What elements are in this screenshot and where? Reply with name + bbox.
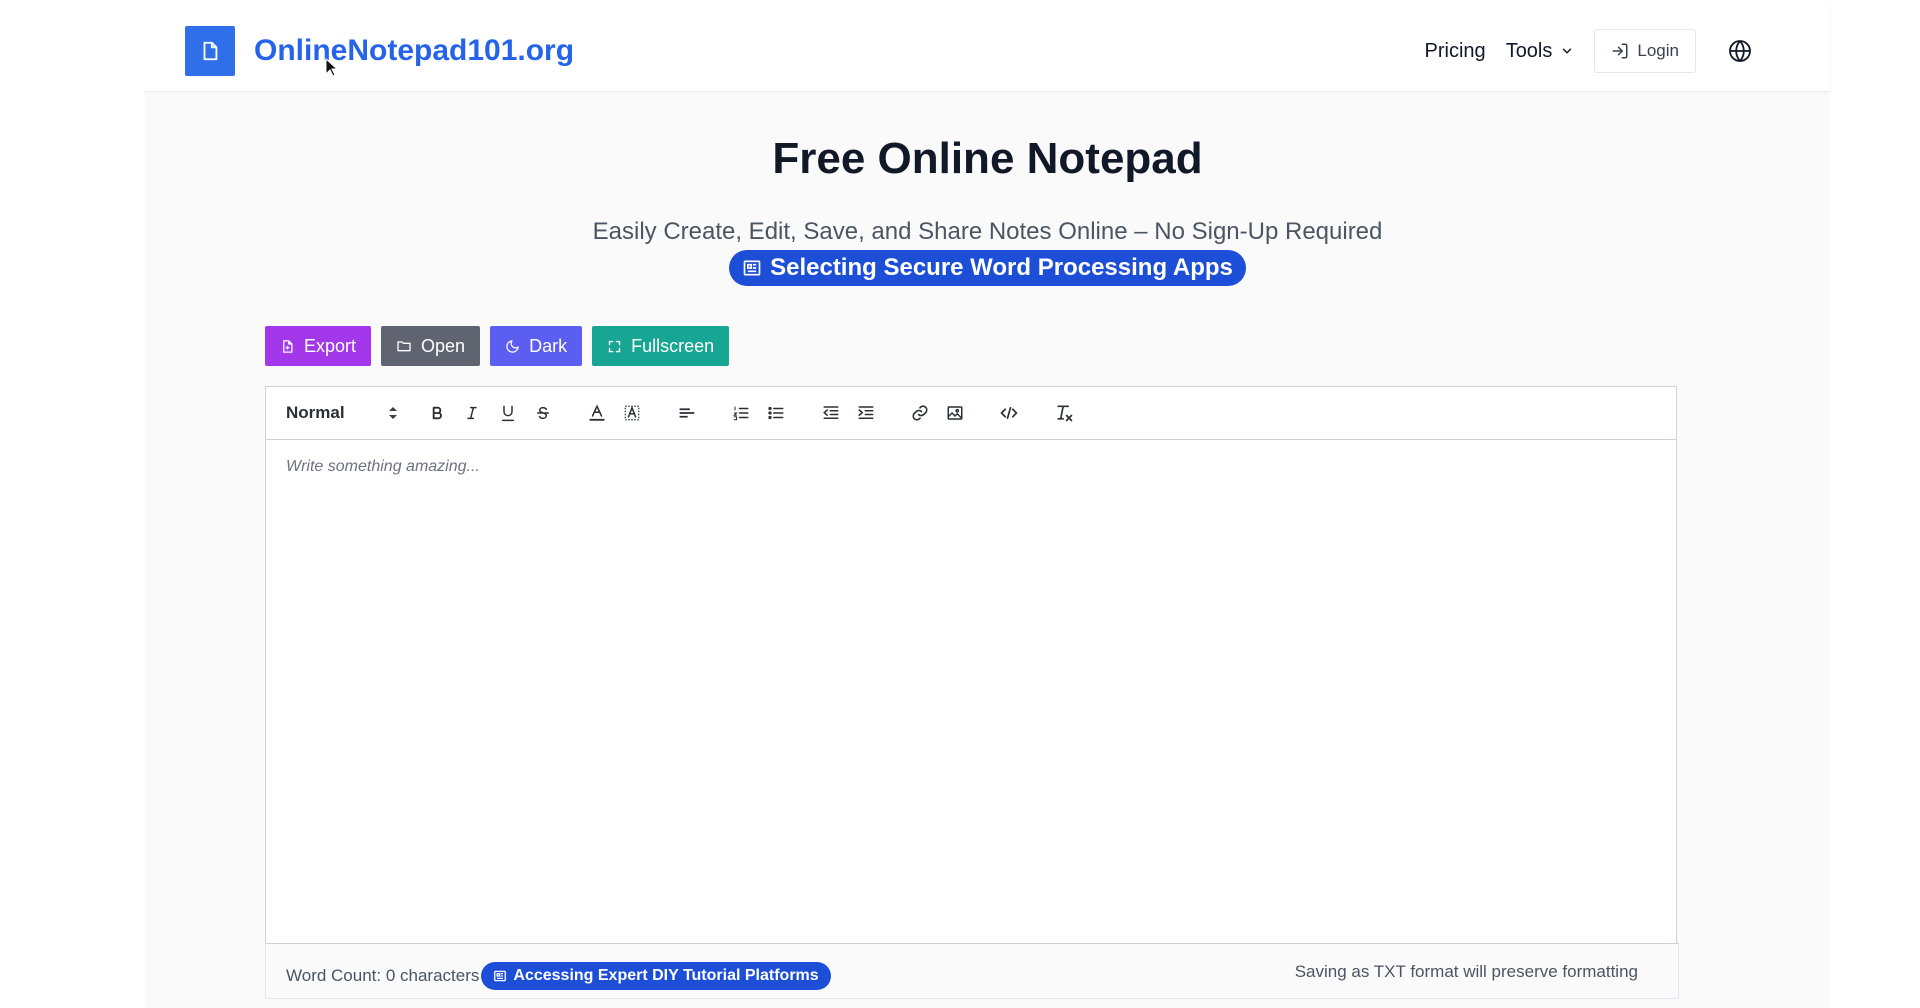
language-globe-icon[interactable] [1720,31,1760,71]
dark-label: Dark [529,335,568,356]
outdent-icon[interactable] [818,400,844,426]
mouse-cursor-icon [325,58,339,77]
select-arrows-icon [389,407,397,419]
rich-text-editor: Normal Write something amazing... Word C… [265,386,1679,999]
folder-icon [397,341,411,352]
newspaper-icon [743,260,761,276]
newspaper-icon [494,970,507,982]
moon-icon [506,339,519,353]
footer-promo-link-button[interactable]: Accessing Expert DIY Tutorial Platforms [481,962,831,990]
bold-icon[interactable] [424,400,450,426]
expand-icon [608,340,621,352]
ordered-list-icon[interactable] [728,400,754,426]
editor-toolbar: Normal [266,387,1676,440]
chevron-down-icon [1563,48,1572,54]
footer-promo-link-label: Accessing Expert DIY Tutorial Platforms [513,967,819,984]
promo-link-button[interactable]: Selecting Secure Word Processing Apps [729,250,1246,286]
promo-row: Selecting Secure Word Processing Apps [145,250,1830,286]
image-icon[interactable] [942,400,968,426]
editor-status-bar: Word Count: 0 characters Accessing Exper… [265,943,1679,999]
strikethrough-icon[interactable] [530,400,556,426]
nav-tools-dropdown[interactable]: Tools [1506,40,1575,63]
open-label: Open [421,335,466,356]
page-title: Free Online Notepad [772,134,1203,183]
background-color-icon[interactable] [619,400,645,426]
nav-pricing-label: Pricing [1424,39,1486,62]
nav-pricing[interactable]: Pricing [1425,40,1486,63]
dark-mode-button[interactable]: Dark [490,326,583,366]
editor-actions: Export Open Dark Fullscreen [265,326,739,366]
login-icon [1612,43,1628,59]
page-subtitle: Easily Create, Edit, Save, and Share Not… [592,218,1383,245]
link-icon[interactable] [907,400,933,426]
nav-tools-label: Tools [1505,39,1553,62]
open-button[interactable]: Open [381,326,481,366]
align-left-icon[interactable] [674,400,700,426]
code-icon[interactable] [996,400,1022,426]
bullet-list-icon[interactable] [763,400,789,426]
clear-formatting-icon[interactable] [1051,400,1077,426]
underline-icon[interactable] [495,400,521,426]
save-format-note: Saving as TXT format will preserve forma… [1294,962,1638,981]
top-nav: Pricing Tools Login [1425,29,1760,73]
page: OnlineNotepad101.org Pricing Tools Login [145,0,1830,1008]
word-count-text: Word Count: 0 characters [286,966,480,985]
main-content: Free Online Notepad Easily Create, Edit,… [145,93,1830,1008]
editor-content-area[interactable]: Write something amazing... [266,441,1676,891]
editor-placeholder: Write something amazing... [286,458,480,475]
promo-link-label: Selecting Secure Word Processing Apps [770,254,1233,281]
indent-icon[interactable] [853,400,879,426]
file-export-icon [283,339,293,353]
fullscreen-label: Fullscreen [631,335,715,356]
export-button[interactable]: Export [265,326,372,366]
fullscreen-button[interactable]: Fullscreen [592,326,730,366]
word-count-row: Word Count: 0 characters Accessing Exper… [286,962,831,990]
login-button[interactable]: Login [1594,29,1696,73]
login-label: Login [1637,41,1679,60]
text-format-value: Normal [286,403,345,422]
site-logo-text[interactable]: OnlineNotepad101.org [254,32,574,70]
site-header: OnlineNotepad101.org Pricing Tools Login [145,0,1830,92]
text-format-select[interactable]: Normal [286,399,398,427]
font-color-icon[interactable] [584,400,610,426]
export-label: Export [304,335,357,356]
logo-file-icon[interactable] [185,26,235,76]
italic-icon[interactable] [459,400,485,426]
